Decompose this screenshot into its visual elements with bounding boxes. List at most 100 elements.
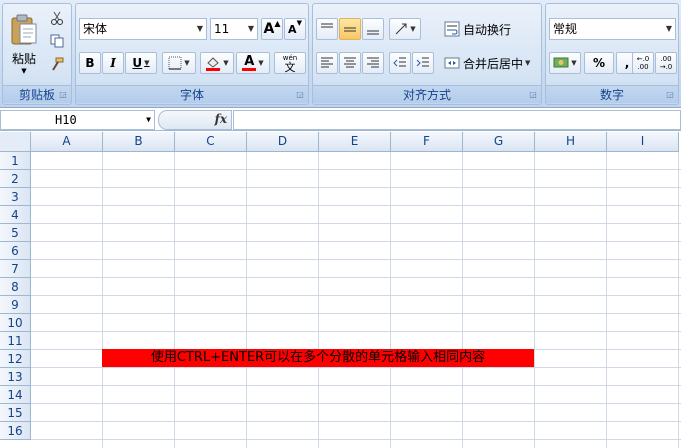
underline-button[interactable]: U ▼ xyxy=(125,52,157,74)
number-group-label: 数字 xyxy=(546,85,678,103)
copy-icon xyxy=(50,34,64,48)
ribbon: 粘贴 ▼ 剪贴板 ◲ 宋体 ▼ 11 ▼ A ▲ A ▼ B I U ▼ ▼ ▼… xyxy=(0,0,681,108)
column-header-b[interactable]: B xyxy=(103,132,175,152)
worksheet-grid[interactable]: ABCDEFGHI 1 2 3 4 5 6 7 8 9 10 11 12 13 14 15 16 使用CTRL… xyxy=(0,132,681,448)
percent-label: % xyxy=(592,56,606,70)
column-header-f[interactable]: F xyxy=(391,132,463,152)
align-left-button[interactable] xyxy=(316,52,338,74)
italic-button[interactable]: I xyxy=(102,52,124,74)
align-middle-button[interactable] xyxy=(339,18,361,40)
row-header-12[interactable]: 12 xyxy=(0,350,31,368)
column-header-e[interactable]: E xyxy=(319,132,391,152)
grow-font-label: A xyxy=(263,21,275,37)
cut-button[interactable] xyxy=(47,8,67,28)
number-launcher-icon[interactable]: ◲ xyxy=(665,90,675,100)
percent-button[interactable]: % xyxy=(584,52,614,74)
row-header-16[interactable]: 16 xyxy=(0,422,31,440)
chevron-down-icon: ▼ xyxy=(144,59,150,67)
font-color-button[interactable]: A ▼ xyxy=(236,52,270,74)
row-header-2[interactable]: 2 xyxy=(0,170,31,188)
align-top-button[interactable] xyxy=(316,18,338,40)
column-header-h[interactable]: H xyxy=(535,132,607,152)
align-center-button[interactable] xyxy=(339,52,361,74)
chevron-down-icon: ▼ xyxy=(223,59,229,67)
select-all-corner[interactable] xyxy=(0,132,31,152)
row-header-15[interactable]: 15 xyxy=(0,404,31,422)
decrease-indent-icon xyxy=(393,57,406,67)
align-bottom-button[interactable] xyxy=(362,18,384,40)
currency-icon xyxy=(553,57,569,68)
column-header-g[interactable]: G xyxy=(463,132,535,152)
wrap-text-button[interactable]: 自动换行 xyxy=(441,18,539,40)
align-middle-icon xyxy=(344,27,356,32)
row-header-3[interactable]: 3 xyxy=(0,188,31,206)
orientation-button[interactable]: ▼ xyxy=(389,18,421,40)
name-box-value: H10 xyxy=(55,113,77,127)
border-button[interactable]: ▼ xyxy=(162,52,196,74)
merge-center-button[interactable]: 合并后居中 ▼ xyxy=(441,52,539,74)
highlighted-cell-range[interactable]: 使用CTRL+ENTER可以在多个分散的单元格输入相同内容 xyxy=(102,349,534,367)
font-size-value: 11 xyxy=(214,22,230,36)
row-header-14[interactable]: 14 xyxy=(0,386,31,404)
bold-button[interactable]: B xyxy=(79,52,101,74)
grid-row-line xyxy=(31,385,681,386)
column-header-c[interactable]: C xyxy=(175,132,247,152)
font-group-label: 字体 xyxy=(76,85,308,103)
font-name-select[interactable]: 宋体 ▼ xyxy=(79,18,207,40)
border-icon xyxy=(168,56,182,70)
fill-color-button[interactable]: ▼ xyxy=(200,52,234,74)
number-group: 常规 ▼ ▼ % , ←.0 .00 .00 →.0 数字 ◲ xyxy=(545,3,679,105)
row-header-13[interactable]: 13 xyxy=(0,368,31,386)
column-header-a[interactable]: A xyxy=(31,132,103,152)
currency-button[interactable]: ▼ xyxy=(549,52,581,74)
align-bottom-icon xyxy=(367,30,379,35)
align-right-button[interactable] xyxy=(362,52,384,74)
grow-font-button[interactable]: A ▲ xyxy=(261,18,283,40)
row-header-4[interactable]: 4 xyxy=(0,206,31,224)
grid-row-line xyxy=(31,331,681,332)
increase-decimal-button[interactable]: ←.0 .00 xyxy=(632,52,654,74)
formula-input[interactable] xyxy=(233,110,681,130)
paste-label: 粘贴 xyxy=(11,51,36,66)
phonetic-button[interactable]: wén 文 xyxy=(274,52,306,74)
alignment-group: ▼ 自动换行 合并后居中 ▼ 对齐方式 ◲ xyxy=(312,3,542,105)
row-header-11[interactable]: 11 xyxy=(0,332,31,350)
row-header-7[interactable]: 7 xyxy=(0,260,31,278)
name-box[interactable]: H10 ▼ xyxy=(0,110,155,130)
shrink-font-button[interactable]: A ▼ xyxy=(284,18,306,40)
column-header-d[interactable]: D xyxy=(247,132,319,152)
row-header-10[interactable]: 10 xyxy=(0,314,31,332)
increase-indent-button[interactable] xyxy=(412,52,434,74)
copy-button[interactable] xyxy=(47,31,67,51)
paste-button[interactable]: 粘贴 ▼ xyxy=(5,6,43,82)
clipboard-launcher-icon[interactable]: ◲ xyxy=(58,90,68,100)
row-header-6[interactable]: 6 xyxy=(0,242,31,260)
grid-row-line xyxy=(31,439,681,440)
chevron-down-icon[interactable]: ▼ xyxy=(146,111,151,129)
insert-function-area: fx xyxy=(158,110,232,130)
chevron-down-icon: ▼ xyxy=(410,25,416,33)
font-size-select[interactable]: 11 ▼ xyxy=(210,18,258,40)
cut-icon xyxy=(51,11,63,25)
increase-indent-icon xyxy=(416,57,429,67)
row-header-9[interactable]: 9 xyxy=(0,296,31,314)
alignment-launcher-icon[interactable]: ◲ xyxy=(528,90,538,100)
decrease-indent-button[interactable] xyxy=(389,52,411,74)
grid-row-line xyxy=(31,313,681,314)
chevron-down-icon: ▼ xyxy=(247,24,254,33)
column-header-i[interactable]: I xyxy=(607,132,679,152)
grid-row-line xyxy=(31,367,681,368)
number-format-select[interactable]: 常规 ▼ xyxy=(549,18,676,40)
grid-row-line xyxy=(31,259,681,260)
row-header-8[interactable]: 8 xyxy=(0,278,31,296)
row-header-5[interactable]: 5 xyxy=(0,224,31,242)
clipboard-group: 粘贴 ▼ 剪贴板 ◲ xyxy=(2,3,72,105)
decrease-decimal-button[interactable]: .00 →.0 xyxy=(655,52,677,74)
chevron-down-icon: ▼ xyxy=(571,59,577,67)
wrap-text-label: 自动换行 xyxy=(463,22,512,37)
font-launcher-icon[interactable]: ◲ xyxy=(295,90,305,100)
chevron-down-icon: ▼ xyxy=(184,59,190,67)
row-header-1[interactable]: 1 xyxy=(0,152,31,170)
insert-function-icon[interactable]: fx xyxy=(215,112,227,126)
format-painter-button[interactable] xyxy=(47,54,67,74)
